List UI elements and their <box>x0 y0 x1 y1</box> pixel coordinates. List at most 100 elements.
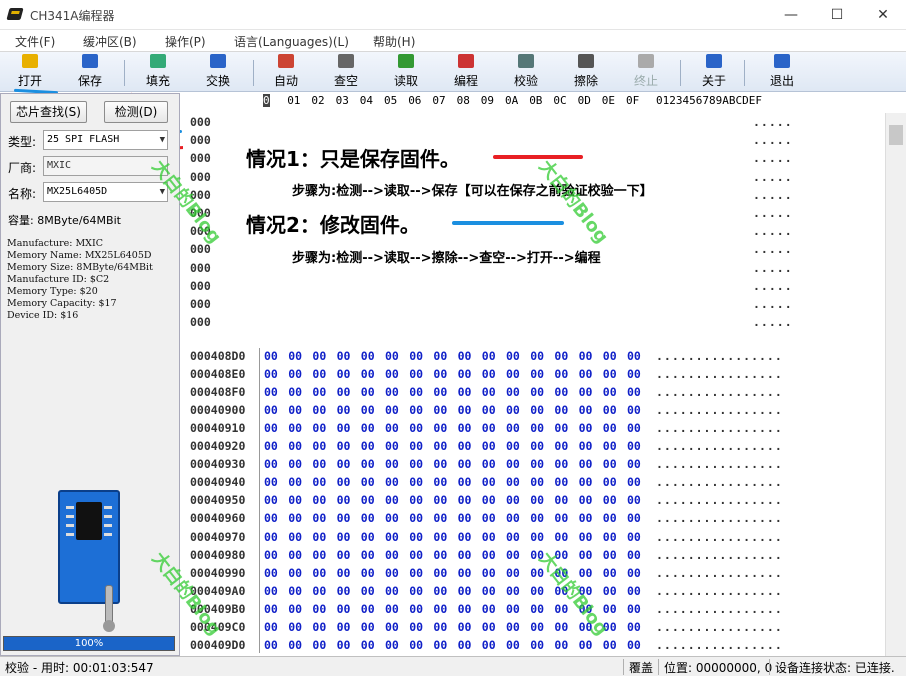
hex-byte[interactable]: 00 <box>433 620 447 634</box>
hex-byte[interactable]: 00 <box>264 457 278 471</box>
hex-byte[interactable]: 00 <box>458 493 472 507</box>
hex-byte[interactable]: 00 <box>288 385 302 399</box>
hex-byte[interactable]: 00 <box>603 566 617 580</box>
hex-byte[interactable]: 00 <box>288 421 302 435</box>
hex-byte[interactable]: 00 <box>482 511 496 525</box>
hex-byte[interactable]: 00 <box>264 385 278 399</box>
hex-byte[interactable]: 00 <box>482 620 496 634</box>
hex-byte[interactable]: 00 <box>312 620 326 634</box>
hex-byte[interactable]: 00 <box>312 349 326 363</box>
hex-byte[interactable]: 00 <box>337 530 351 544</box>
open-button[interactable]: 打开 <box>8 54 52 89</box>
hex-byte[interactable]: 00 <box>361 548 375 562</box>
hex-byte[interactable]: 00 <box>288 638 302 652</box>
hex-byte[interactable]: 00 <box>627 403 641 417</box>
hex-byte[interactable]: 00 <box>337 493 351 507</box>
detect-button[interactable]: 检测(D) <box>104 101 168 123</box>
hex-byte[interactable]: 00 <box>312 385 326 399</box>
hex-row[interactable]: 000409B0 00 00 00 00 00 00 00 00 00 00 00 00 00 00 00 00… <box>183 600 893 618</box>
hex-byte[interactable]: 00 <box>627 566 641 580</box>
hex-byte[interactable]: 00 <box>361 638 375 652</box>
hex-byte[interactable]: 00 <box>458 385 472 399</box>
hex-byte[interactable]: 00 <box>385 439 399 453</box>
menu-file[interactable]: 文件(F) <box>15 33 55 50</box>
hex-row[interactable]: 00040900 00 00 00 00 00 00 00 00 00 00 00 00 00 00 00 00… <box>183 401 893 419</box>
hex-byte[interactable]: 00 <box>337 367 351 381</box>
hex-byte[interactable]: 00 <box>288 349 302 363</box>
maximize-button[interactable]: ☐ <box>814 0 860 30</box>
hex-byte[interactable]: 00 <box>506 493 520 507</box>
hex-byte[interactable]: 00 <box>458 620 472 634</box>
hex-byte[interactable]: 00 <box>554 403 568 417</box>
hex-byte[interactable]: 00 <box>530 493 544 507</box>
scrollbar-thumb[interactable] <box>889 125 903 145</box>
hex-byte[interactable]: 00 <box>554 638 568 652</box>
hex-byte[interactable]: 00 <box>506 620 520 634</box>
hex-byte[interactable]: 00 <box>554 475 568 489</box>
hex-row[interactable]: 000409D0 00 00 00 00 00 00 00 00 00 00 00 00 00 00 00 00… <box>183 636 893 654</box>
hex-byte[interactable]: 00 <box>361 421 375 435</box>
hex-byte[interactable]: 00 <box>530 602 544 616</box>
type-select[interactable]: 25 SPI FLASH ▼ <box>43 130 168 150</box>
hex-byte[interactable]: 00 <box>506 421 520 435</box>
hex-row[interactable]: 000408F0 00 00 00 00 00 00 00 00 00 00 00 00 00 00 00 00… <box>183 383 893 401</box>
hex-byte[interactable]: 00 <box>385 602 399 616</box>
hex-byte[interactable]: 00 <box>458 349 472 363</box>
hex-byte[interactable]: 00 <box>482 421 496 435</box>
hex-byte[interactable]: 00 <box>530 584 544 598</box>
hex-byte[interactable]: 00 <box>409 602 423 616</box>
hex-byte[interactable]: 00 <box>337 548 351 562</box>
hex-byte[interactable]: 00 <box>264 638 278 652</box>
hex-byte[interactable]: 00 <box>579 439 593 453</box>
hex-byte[interactable]: 00 <box>482 367 496 381</box>
minimize-button[interactable]: — <box>768 0 814 30</box>
hex-byte[interactable]: 00 <box>482 530 496 544</box>
hex-byte[interactable]: 00 <box>627 439 641 453</box>
hex-byte[interactable]: 00 <box>264 602 278 616</box>
hex-byte[interactable]: 00 <box>433 421 447 435</box>
hex-byte[interactable]: 00 <box>554 421 568 435</box>
hex-byte[interactable]: 00 <box>264 493 278 507</box>
hex-byte[interactable]: 00 <box>554 457 568 471</box>
hex-byte[interactable]: 00 <box>385 403 399 417</box>
hex-byte[interactable]: 00 <box>433 367 447 381</box>
hex-byte[interactable]: 00 <box>554 620 568 634</box>
hex-byte[interactable]: 00 <box>530 439 544 453</box>
hex-byte[interactable]: 00 <box>385 566 399 580</box>
hex-byte[interactable]: 00 <box>361 530 375 544</box>
hex-byte[interactable]: 00 <box>337 457 351 471</box>
hex-byte[interactable]: 00 <box>361 511 375 525</box>
hex-byte[interactable]: 00 <box>385 511 399 525</box>
hex-byte[interactable]: 00 <box>409 475 423 489</box>
hex-byte[interactable]: 00 <box>409 620 423 634</box>
hex-byte[interactable]: 00 <box>506 511 520 525</box>
hex-byte[interactable]: 00 <box>627 349 641 363</box>
hex-byte[interactable]: 00 <box>264 475 278 489</box>
hex-byte[interactable]: 00 <box>482 385 496 399</box>
hex-byte[interactable]: 00 <box>579 493 593 507</box>
hex-byte[interactable]: 00 <box>482 548 496 562</box>
hex-byte[interactable]: 00 <box>264 511 278 525</box>
hex-byte[interactable]: 00 <box>385 548 399 562</box>
vertical-scrollbar[interactable] <box>885 113 906 656</box>
hex-byte[interactable]: 00 <box>579 548 593 562</box>
hex-byte[interactable]: 00 <box>409 367 423 381</box>
hex-byte[interactable]: 00 <box>409 566 423 580</box>
hex-byte[interactable]: 00 <box>264 584 278 598</box>
hex-byte[interactable]: 00 <box>530 620 544 634</box>
hex-byte[interactable]: 00 <box>554 385 568 399</box>
hex-byte[interactable]: 00 <box>554 530 568 544</box>
hex-byte[interactable]: 00 <box>361 584 375 598</box>
hex-byte[interactable]: 00 <box>312 602 326 616</box>
hex-byte[interactable]: 00 <box>482 566 496 580</box>
hex-byte[interactable]: 00 <box>385 457 399 471</box>
hex-byte[interactable]: 00 <box>433 457 447 471</box>
hex-row[interactable]: 000409C0 00 00 00 00 00 00 00 00 00 00 00 00 00 00 00 00… <box>183 618 893 636</box>
hex-byte[interactable]: 00 <box>579 421 593 435</box>
hex-byte[interactable]: 00 <box>264 439 278 453</box>
hex-byte[interactable]: 00 <box>385 421 399 435</box>
hex-byte[interactable]: 00 <box>603 457 617 471</box>
hex-byte[interactable]: 00 <box>288 530 302 544</box>
hex-row[interactable]: 00040940 00 00 00 00 00 00 00 00 00 00 00 00 00 00 00 00… <box>183 473 893 491</box>
hex-byte[interactable]: 00 <box>506 602 520 616</box>
